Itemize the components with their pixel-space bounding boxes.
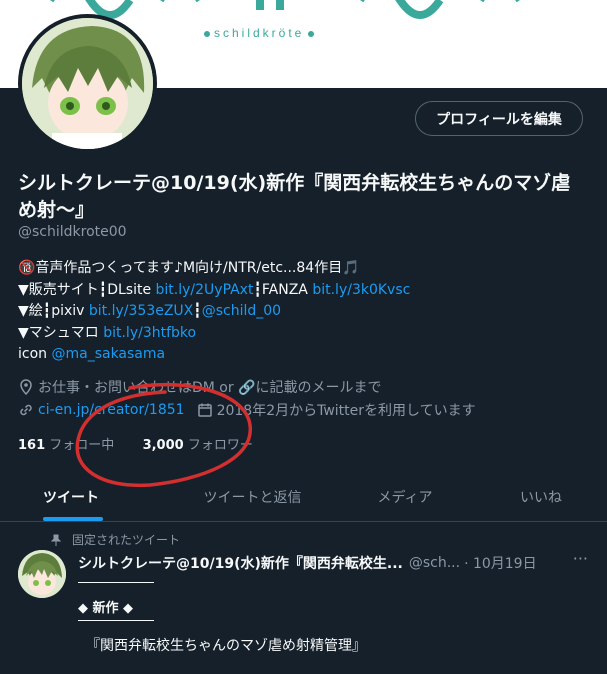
bio-text: ▼絵┇pixiv: [18, 303, 89, 319]
tab-label: ツイート: [43, 489, 99, 506]
edit-profile-button[interactable]: プロフィールを編集: [415, 101, 583, 136]
tweet-body: 『関西弁転校生ちゃんのマゾ虐め射精管理』: [86, 638, 366, 654]
pinned-indicator: 固定されたツイート: [50, 531, 180, 548]
website-link[interactable]: ci-en.jp/creator/1851: [38, 402, 185, 418]
bio-text: ┇FANZA: [253, 281, 313, 298]
link-icon: [20, 404, 32, 416]
banner-subtitle: schildkröte: [200, 26, 318, 40]
following-label: フォロー中: [49, 438, 115, 453]
joined-date: 2018年2月からTwitterを利用しています: [216, 403, 476, 419]
bio-text: ▼マシュマロ: [18, 324, 104, 341]
tweet-subtitle: ◆ 新作 ◆: [78, 601, 134, 616]
divider-line: [78, 582, 154, 583]
tab-media[interactable]: メディア: [335, 472, 475, 521]
divider-line: [78, 620, 154, 621]
tab-tweets[interactable]: ツイート: [0, 472, 170, 521]
pinned-label: 固定されたツイート: [72, 533, 181, 547]
location-pin-icon: [20, 379, 32, 395]
bio-text: ▼販売サイト┇DLsite: [18, 281, 156, 298]
calendar-icon: [197, 403, 212, 417]
profile-tabs: ツイート ツイートと返信 メディア いいね: [0, 472, 607, 522]
pin-icon: [50, 534, 62, 546]
banner-logo-art: [50, 0, 520, 19]
following-link[interactable]: 161 フォロー中: [18, 438, 114, 453]
bio-text: icon: [18, 346, 52, 362]
pixiv-link[interactable]: bit.ly/353eZUX: [89, 303, 193, 319]
tab-likes[interactable]: いいね: [475, 472, 607, 521]
bio-line-5: icon @ma_sakasama: [18, 344, 588, 366]
tab-tweets-and-replies[interactable]: ツイートと返信: [170, 472, 335, 521]
banner-subtitle-text: schildkröte: [214, 26, 305, 40]
mention-link[interactable]: @schild_00: [202, 303, 281, 319]
bio-line-4: ▼マシュマロ bit.ly/3htfbko: [18, 323, 588, 345]
fanza-link[interactable]: bit.ly/3k0Kvsc: [312, 282, 410, 298]
marshmallow-link[interactable]: bit.ly/3htfbko: [103, 325, 196, 341]
tweet-date[interactable]: · 10月19日: [464, 553, 537, 573]
followers-label: フォロワー: [187, 438, 253, 453]
profile-avatar[interactable]: [18, 14, 157, 153]
avatar-illustration: [18, 550, 66, 598]
following-count: 161: [18, 438, 46, 453]
display-name: シルトクレーテ@10/19(水)新作『関西弁転校生ちゃんのマゾ虐め射〜』: [18, 172, 571, 221]
bio-line-3: ▼絵┇pixiv bit.ly/353eZUX┇@schild_00: [18, 301, 588, 323]
tweet-author-name[interactable]: シルトクレーテ@10/19(水)新作『関西弁転校生...: [78, 553, 403, 573]
location-text: お仕事・お問い合わせはDM or 🔗に記載のメールまで: [38, 380, 382, 396]
icon-credit-link[interactable]: @ma_sakasama: [51, 346, 165, 362]
dot-icon: [308, 30, 315, 37]
dot-icon: [204, 30, 210, 37]
tweet-header: シルトクレーテ@10/19(水)新作『関西弁転校生... @sch... · 1…: [78, 549, 588, 573]
user-handle: @schildkrote00: [18, 224, 127, 240]
bio-text: ┇: [193, 303, 202, 319]
followers-count: 3,000: [142, 438, 184, 453]
profile-bio: 🔞音声作品つくってます♪M向け/NTR/etc...84作目🎵 ▼販売サイト┇D…: [18, 258, 588, 366]
more-options-icon[interactable]: ···: [573, 549, 588, 568]
profile-website-row: ci-en.jp/creator/1851 2018年2月からTwitterを利…: [18, 400, 588, 420]
profile-location: お仕事・お問い合わせはDM or 🔗に記載のメールまで: [18, 377, 588, 397]
dlsite-link[interactable]: bit.ly/2UyPAxt: [156, 282, 254, 298]
bio-line-2: ▼販売サイト┇DLsite bit.ly/2UyPAxt┇FANZA bit.l…: [18, 280, 588, 302]
tweet-avatar[interactable]: [18, 550, 66, 598]
follow-stats: 161 フォロー中 3,000 フォロワー: [18, 434, 253, 453]
bio-line-1: 🔞音声作品つくってます♪M向け/NTR/etc...84作目🎵: [18, 260, 360, 276]
avatar-illustration: [22, 18, 153, 149]
tweet-author-handle[interactable]: @sch...: [409, 555, 460, 571]
followers-link[interactable]: 3,000 フォロワー: [143, 438, 253, 453]
